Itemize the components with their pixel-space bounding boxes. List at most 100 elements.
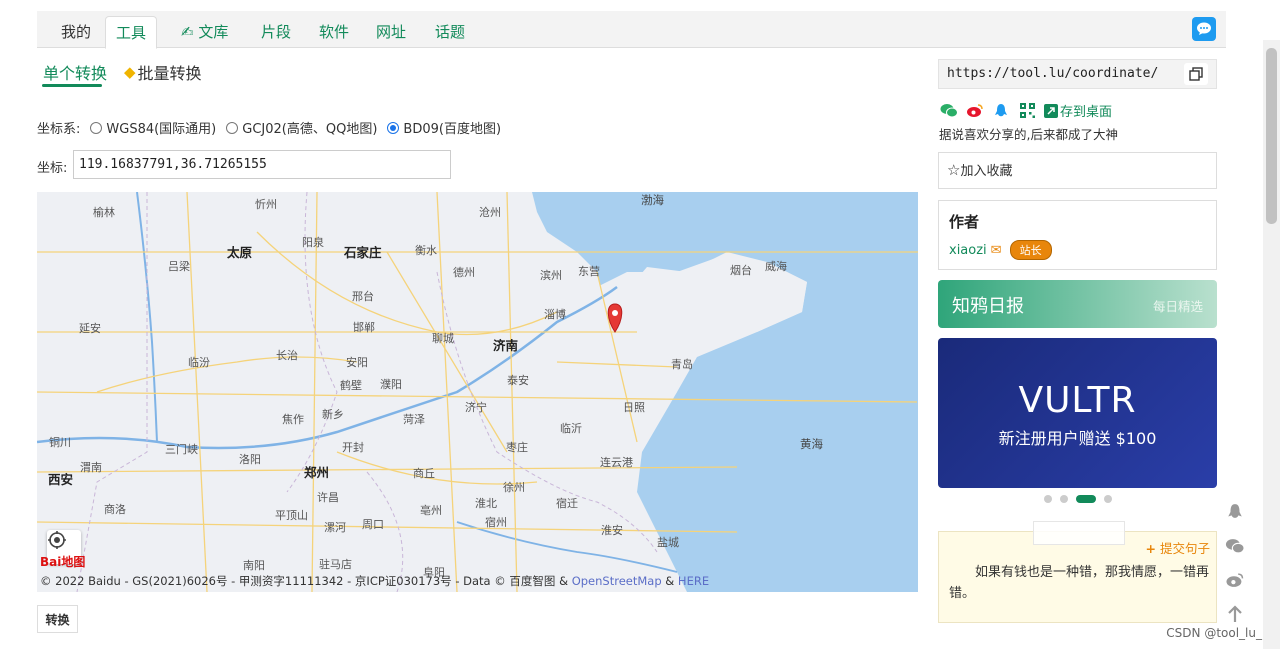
active-tab-indicator (42, 84, 102, 87)
wechat-icon[interactable] (940, 103, 958, 119)
radio-bd09-label[interactable]: BD09(百度地图) (403, 118, 501, 137)
nav-tab-mine[interactable]: 我的 (51, 16, 101, 48)
map-city-label: 菏泽 (403, 413, 425, 426)
page-scrollbar[interactable] (1263, 40, 1280, 649)
qq-icon[interactable] (1224, 502, 1246, 522)
tab-batch-convert[interactable]: ◆ 批量转换 (124, 60, 202, 84)
map-city-label: 盐城 (657, 536, 679, 549)
map-city-label: 商丘 (413, 467, 435, 480)
carousel-dots (1044, 495, 1112, 503)
carousel-dot[interactable] (1060, 495, 1068, 503)
map-sea-label: 渤海 (641, 193, 664, 207)
add-favorite-button[interactable]: ☆加入收藏 (938, 152, 1217, 189)
save-to-desktop-label: 存到桌面 (1060, 105, 1113, 120)
osm-link[interactable]: OpenStreetMap (572, 574, 662, 588)
here-link[interactable]: HERE (678, 574, 709, 588)
map-city-label: 青岛 (671, 358, 693, 371)
map-view[interactable]: 太原 石家庄 济南 郑州 西安 榆林 忻州 阳泉 衡水 沧州 德州 滨州 东营 … (37, 192, 918, 592)
weibo-icon[interactable] (1224, 570, 1246, 590)
radio-wgs84[interactable] (90, 121, 103, 134)
map-city-label: 泰安 (507, 374, 529, 387)
quote-card: + 提交句子 如果有钱也是一种错，那我情愿，一错再错。 (938, 521, 1217, 623)
map-city-label: 德州 (453, 266, 475, 279)
author-badge: 站长 (1009, 240, 1052, 260)
chat-bubble-icon (1197, 22, 1211, 35)
map-city-label: 忻州 (255, 198, 277, 211)
map-city-label: 邯郸 (353, 321, 375, 334)
nav-tab-topics[interactable]: 话题 (425, 16, 475, 48)
daily-banner[interactable]: 知鸦日报 每日精选 (938, 280, 1217, 328)
share-url: https://tool.lu/coordinate/ (947, 66, 1159, 81)
radio-bd09[interactable] (387, 121, 400, 134)
convert-button[interactable]: 转换 (37, 605, 78, 633)
map-city-label: 漯河 (324, 521, 346, 534)
author-card: 作者 xiaozi ✉ 站长 (938, 200, 1217, 270)
carousel-dot-active[interactable] (1076, 495, 1096, 503)
share-row: 存到桌面 (940, 101, 1112, 120)
page: 我的 工具 ✍ 文库 片段 软件 网址 话题 单个转换 ◆ 批量转换 坐标系: … (0, 0, 1280, 649)
share-url-box[interactable]: https://tool.lu/coordinate/ (938, 59, 1217, 89)
map-city-label: 连云港 (600, 456, 633, 469)
baidu-logo: Bai地图 (40, 555, 86, 569)
back-to-top-icon[interactable] (1224, 604, 1246, 624)
radio-gcj02[interactable] (226, 121, 239, 134)
map-city-label: 聊城 (432, 332, 454, 345)
copy-button[interactable] (1184, 63, 1208, 85)
map-city-label: 许昌 (317, 491, 339, 504)
map-city-label: 吕梁 (168, 260, 190, 273)
nav-tab-tools[interactable]: 工具 (105, 16, 158, 49)
map-city-label: 徐州 (503, 481, 525, 494)
nav-tab-snippets[interactable]: 片段 (251, 16, 301, 48)
author-row: xiaozi ✉ 站长 (949, 240, 1206, 260)
map-city-label: 安阳 (346, 356, 368, 369)
author-name-link[interactable]: xiaozi (949, 243, 987, 258)
map-city-label: 宿州 (485, 516, 507, 529)
submit-quote-link[interactable]: + 提交句子 (1146, 538, 1210, 557)
chat-button[interactable] (1192, 17, 1216, 41)
map-city-label: 烟台 (730, 264, 752, 277)
map-city-label: 淄博 (544, 308, 566, 321)
external-link-icon (1044, 103, 1058, 118)
nav-tab-software[interactable]: 软件 (309, 16, 359, 48)
carousel-dot[interactable] (1044, 495, 1052, 503)
coord-input[interactable] (73, 150, 451, 179)
nav-tab-library[interactable]: ✍ 文库 (171, 16, 238, 48)
tab-batch-convert-label: 批量转换 (137, 64, 202, 83)
map-city-label: 济宁 (465, 401, 487, 414)
map-city-label: 西安 (48, 472, 74, 487)
locate-icon (48, 531, 66, 549)
map-city-label: 邢台 (352, 290, 374, 303)
diamond-icon: ◆ (124, 63, 136, 81)
watermark: CSDN @tool_lu_ (1166, 626, 1262, 640)
map-sea-label: 黄海 (800, 437, 823, 451)
carousel-dot[interactable] (1104, 495, 1112, 503)
nav-tab-urls[interactable]: 网址 (366, 16, 416, 48)
map-city-label: 渭南 (80, 461, 102, 474)
tab-single-convert[interactable]: 单个转换 (43, 60, 107, 84)
map-city-label: 驻马店 (319, 558, 352, 571)
map-background (37, 192, 918, 592)
map-city-label: 衡水 (415, 244, 437, 257)
mail-icon[interactable]: ✉ (991, 243, 1002, 258)
wechat-icon[interactable] (1224, 536, 1246, 556)
map-city-label: 鹤壁 (340, 379, 362, 392)
ad-banner[interactable]: VULTR 新注册用户赠送 $100 (938, 338, 1217, 488)
radio-gcj02-label[interactable]: GCJ02(高德、QQ地图) (242, 118, 377, 137)
qrcode-icon[interactable] (1018, 103, 1036, 119)
nav-tab-library-label: 文库 (198, 23, 229, 41)
save-to-desktop-link[interactable]: 存到桌面 (1044, 101, 1112, 120)
scroll-thumb[interactable] (1266, 48, 1277, 224)
ad-subtitle: 新注册用户赠送 $100 (998, 429, 1157, 448)
qq-icon[interactable] (992, 103, 1010, 119)
map-city-label: 焦作 (282, 413, 304, 426)
daily-title: 知鸦日报 (952, 296, 1024, 317)
weibo-icon[interactable] (966, 103, 984, 119)
map-city-label: 铜川 (49, 436, 71, 449)
coord-label: 坐标: (37, 161, 68, 176)
radio-wgs84-label[interactable]: WGS84(国际通用) (106, 118, 216, 137)
add-favorite-label: 加入收藏 (960, 164, 1013, 179)
map-city-label: 临汾 (188, 356, 210, 369)
map-city-label: 三门峡 (165, 443, 198, 456)
map-copyright-amp: & (661, 574, 678, 588)
map-city-label: 濮阳 (380, 378, 402, 391)
